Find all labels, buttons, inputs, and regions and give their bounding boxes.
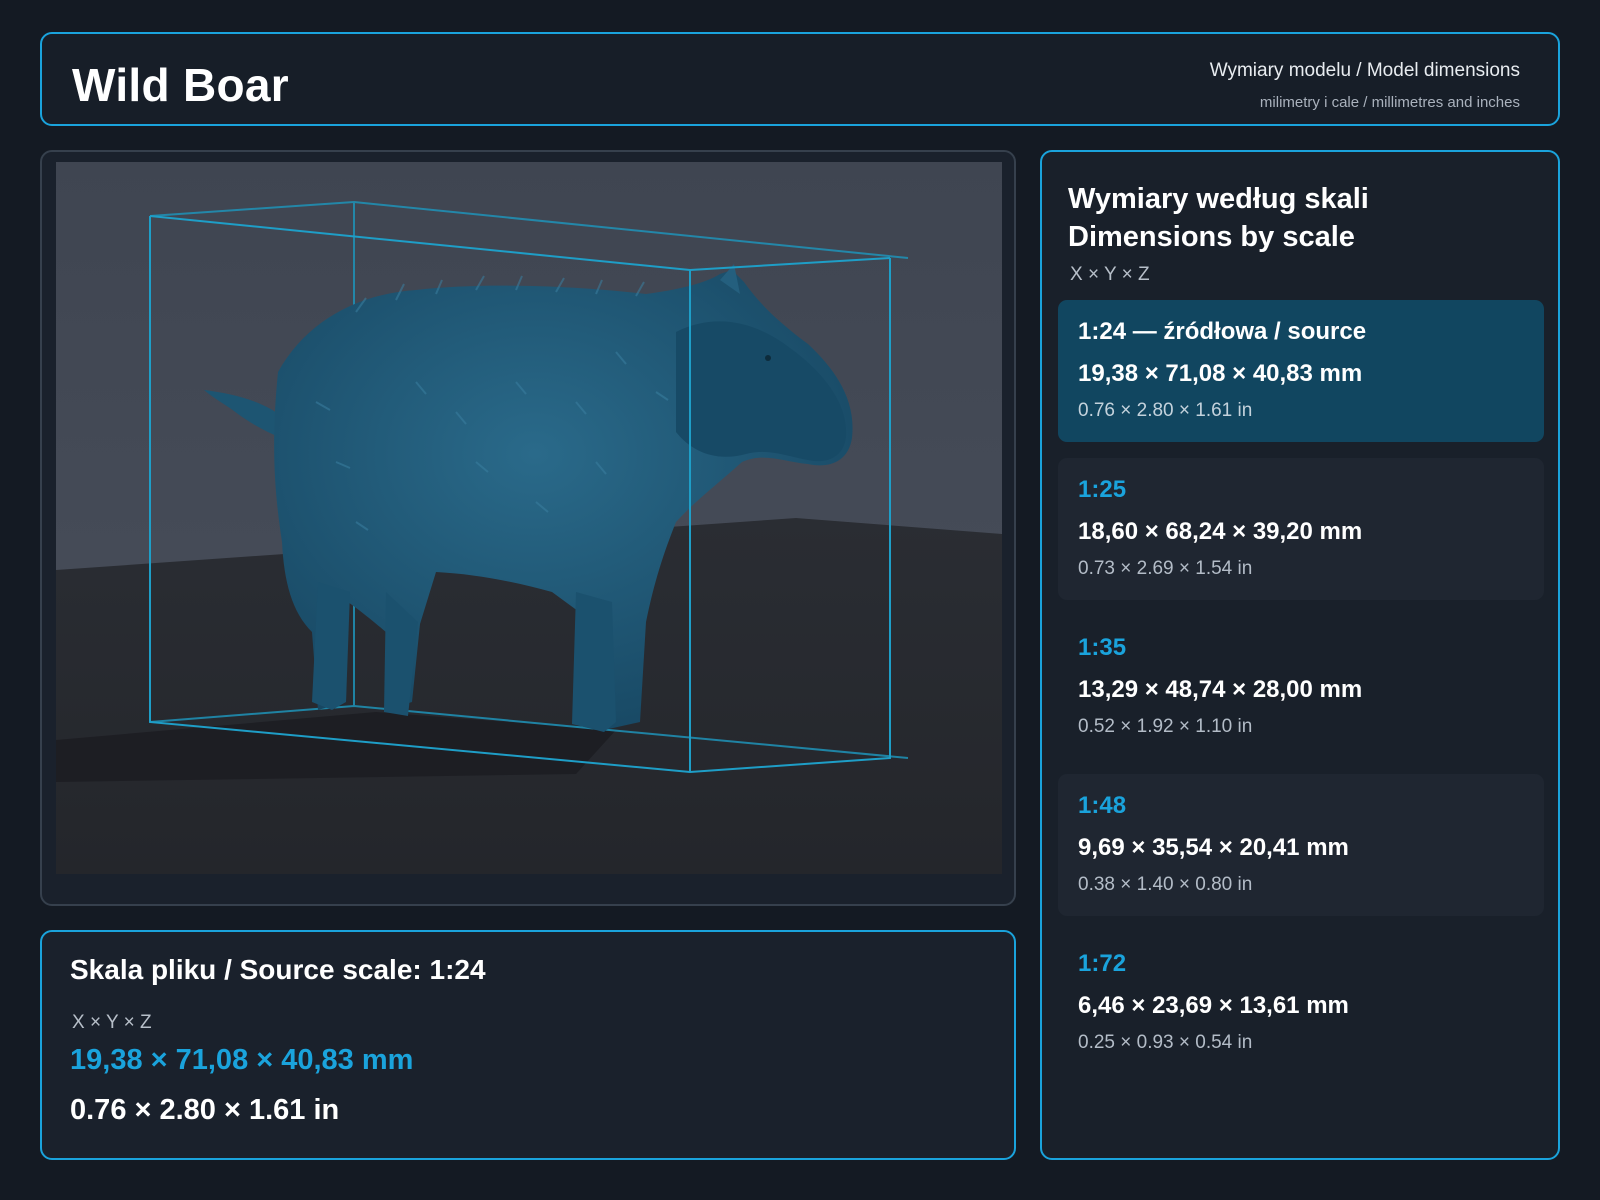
scale-label: 1:48 xyxy=(1078,792,1127,819)
scales-panel-title: Wymiary według skali Dimensions by scale xyxy=(1068,180,1369,256)
scale-dimensions-mm: 19,38 × 71,08 × 40,83 mm xyxy=(1078,360,1363,387)
source-dimensions-mm: 19,38 × 71,08 × 40,83 mm xyxy=(70,1044,414,1076)
scale-card-1-72[interactable]: 1:72 6,46 × 23,69 × 13,61 mm 0.25 × 0.93… xyxy=(1058,932,1544,1074)
source-axes-label: X × Y × Z xyxy=(72,1012,152,1033)
model-title: Wild Boar xyxy=(72,59,289,111)
header-subtitle: Wymiary modelu / Model dimensions xyxy=(1209,60,1520,81)
scale-dimensions-mm: 9,69 × 35,54 × 20,41 mm xyxy=(1078,834,1349,861)
viewport-3d[interactable] xyxy=(56,162,1002,874)
scale-label: 1:24 — źródłowa / source xyxy=(1078,318,1367,345)
model-viewer[interactable] xyxy=(40,150,1016,906)
viewport-render xyxy=(56,162,1002,874)
scale-dimensions-in: 0.73 × 2.69 × 1.54 in xyxy=(1078,558,1253,579)
scale-dimensions-mm: 6,46 × 23,69 × 13,61 mm xyxy=(1078,992,1349,1019)
source-scale-heading: Skala pliku / Source scale: 1:24 xyxy=(70,954,486,985)
scale-dimensions-mm: 18,60 × 68,24 × 39,20 mm xyxy=(1078,518,1363,545)
scale-card-1-25[interactable]: 1:25 18,60 × 68,24 × 39,20 mm 0.73 × 2.6… xyxy=(1058,458,1544,600)
scale-dimensions-in: 0.38 × 1.40 × 0.80 in xyxy=(1078,874,1253,895)
header-units: milimetry i cale / millimetres and inche… xyxy=(1259,94,1520,111)
scale-dimensions-in: 0.52 × 1.92 × 1.10 in xyxy=(1078,716,1253,737)
scales-title-en: Dimensions by scale xyxy=(1068,221,1355,253)
source-scale-panel: Skala pliku / Source scale: 1:24 X × Y ×… xyxy=(40,930,1016,1160)
scale-card-1-24[interactable]: 1:24 — źródłowa / source 19,38 × 71,08 ×… xyxy=(1058,300,1544,442)
scale-label: 1:25 xyxy=(1078,476,1127,503)
header-bar: Wild Boar Wymiary modelu / Model dimensi… xyxy=(40,32,1560,126)
scale-dimensions-in: 0.25 × 0.93 × 0.54 in xyxy=(1078,1032,1253,1053)
scales-axes-label: X × Y × Z xyxy=(1070,264,1150,285)
scale-card-1-48[interactable]: 1:48 9,69 × 35,54 × 20,41 mm 0.38 × 1.40… xyxy=(1058,774,1544,916)
scales-panel: Wymiary według skali Dimensions by scale… xyxy=(1040,150,1560,1160)
scale-dimensions-mm: 13,29 × 48,74 × 28,00 mm xyxy=(1078,676,1363,703)
scale-card-1-35[interactable]: 1:35 13,29 × 48,74 × 28,00 mm 0.52 × 1.9… xyxy=(1058,616,1544,758)
scale-label: 1:72 xyxy=(1078,950,1127,977)
scales-title-pl: Wymiary według skali xyxy=(1068,183,1369,215)
scale-label: 1:35 xyxy=(1078,634,1127,661)
scale-dimensions-in: 0.76 × 2.80 × 1.61 in xyxy=(1078,400,1253,421)
source-dimensions-in: 0.76 × 2.80 × 1.61 in xyxy=(70,1094,340,1126)
